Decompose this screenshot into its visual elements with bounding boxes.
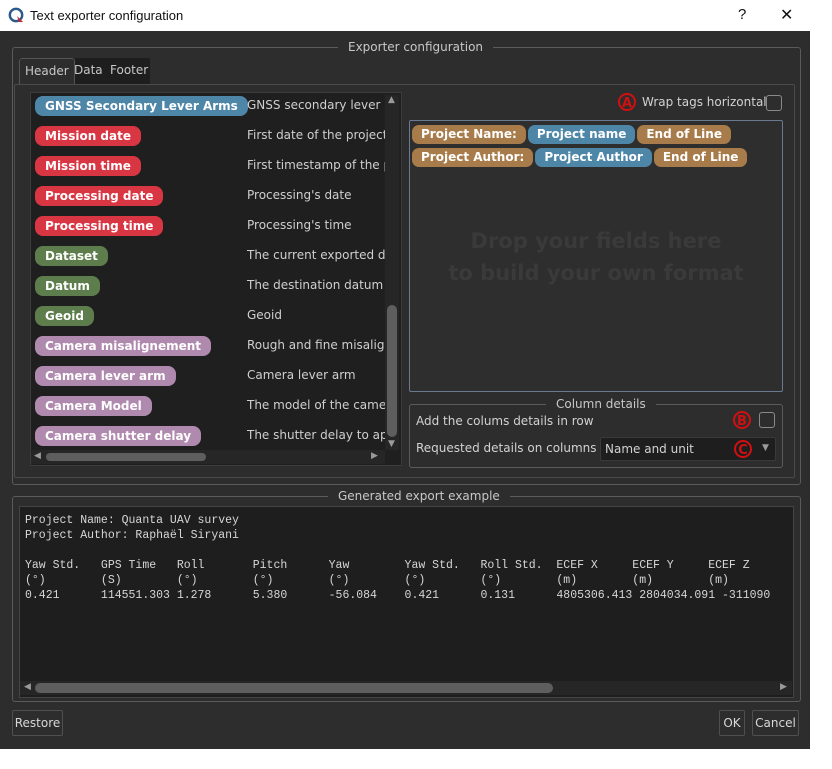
format-line: Project Author: Project Author End of Line (412, 148, 748, 167)
annotation-marker-b: B (733, 411, 751, 429)
field-description: GNSS secondary lever arms (247, 98, 385, 112)
field-list-item[interactable]: Datum The destination datum (35, 276, 385, 298)
field-description: First timestamp of the project (247, 158, 385, 172)
app-logo-icon (8, 7, 24, 23)
example-horizontal-scrollbar[interactable]: ◀ ▶ (20, 681, 792, 695)
format-tag[interactable]: End of Line (653, 148, 748, 167)
format-tag[interactable]: Project Author: (412, 148, 534, 167)
available-fields-list[interactable]: GNSS Secondary Lever Arms GNSS secondary … (30, 92, 402, 466)
window-title: Text exporter configuration (30, 8, 184, 23)
format-tag[interactable]: Project Author (535, 148, 652, 167)
annotation-marker-c: C (734, 440, 752, 458)
field-description: The shutter delay to apply (247, 428, 385, 442)
format-line: Project Name: Project name End of Line (412, 125, 731, 144)
export-example-text: Project Name: Quanta UAV survey Project … (25, 514, 771, 602)
close-button[interactable]: ✕ (780, 5, 793, 25)
export-example-title: Generated export example (328, 489, 510, 503)
field-tag[interactable]: Processing time (35, 216, 164, 236)
scroll-right-icon[interactable]: ▶ (371, 451, 378, 461)
format-drop-zone[interactable]: Drop your fields here to build your own … (409, 120, 783, 392)
ok-button[interactable]: OK (719, 710, 745, 736)
example-scroll-left-icon[interactable]: ◀ (24, 682, 31, 692)
cancel-button[interactable]: Cancel (752, 710, 799, 736)
field-list-item[interactable]: Processing time Processing's time (35, 216, 385, 238)
wrap-tags-checkbox[interactable] (766, 95, 782, 111)
wrap-tags-label: Wrap tags horizontally (642, 95, 778, 109)
scroll-down-icon[interactable]: ▼ (388, 439, 395, 449)
format-tag[interactable]: Project Name: (412, 125, 526, 144)
title-bar: Text exporter configuration ? ✕ (0, 0, 810, 31)
field-list-item[interactable]: Mission date First date of the project (35, 126, 385, 148)
format-tag[interactable]: Project name (527, 125, 636, 144)
field-tag[interactable]: Camera shutter delay (35, 426, 202, 446)
fields-horizontal-scrollbar[interactable]: ◀ ▶ (31, 450, 385, 464)
example-scroll-right-icon[interactable]: ▶ (780, 682, 787, 692)
field-description: Processing's date (247, 188, 352, 202)
export-example-output: Project Name: Quanta UAV survey Project … (19, 506, 794, 698)
scroll-up-icon[interactable]: ▲ (388, 95, 395, 105)
field-tag[interactable]: Mission time (35, 156, 141, 176)
exporter-config-title: Exporter configuration (338, 40, 494, 54)
field-list-item[interactable]: Camera shutter delay The shutter delay to… (35, 426, 385, 448)
tab-data[interactable]: Data (69, 58, 108, 83)
field-tag[interactable]: Camera misalignement (35, 336, 212, 356)
field-tag[interactable]: Geoid (35, 306, 94, 326)
requested-details-label: Requested details on columns top (416, 441, 621, 455)
drop-hint-line-2: to build your own format (448, 261, 744, 285)
field-list-item[interactable]: Geoid Geoid (35, 306, 385, 328)
scrollbar-corner (385, 450, 400, 465)
field-list-item[interactable]: Camera Model The model of the camera used (35, 396, 385, 418)
format-tag[interactable]: End of Line (637, 125, 731, 144)
requested-details-value: Name and unit (605, 442, 694, 456)
field-list-item[interactable]: Processing date Processing's date (35, 186, 385, 208)
field-description: The destination datum (247, 278, 384, 292)
drop-hint-line-1: Drop your fields here (470, 229, 722, 253)
chevron-down-icon: ▼ (762, 443, 769, 453)
field-description: The current exported dataset (247, 248, 385, 262)
add-details-label: Add the colums details in row (416, 414, 594, 428)
restore-button[interactable]: Restore (12, 710, 63, 736)
requested-details-dropdown[interactable]: Name and unit C ▼ (600, 437, 776, 461)
tab-footer[interactable]: Footer (105, 58, 153, 83)
field-tag[interactable]: Processing date (35, 186, 164, 206)
scroll-left-icon[interactable]: ◀ (34, 451, 41, 461)
fields-vertical-scroll-thumb[interactable] (387, 305, 397, 437)
field-list-item[interactable]: GNSS Secondary Lever Arms GNSS secondary … (35, 96, 385, 118)
annotation-marker-a: A (618, 93, 636, 111)
add-details-checkbox[interactable] (759, 412, 775, 428)
field-list-item[interactable]: Mission time First timestamp of the proje… (35, 156, 385, 178)
example-horizontal-scroll-thumb[interactable] (35, 683, 553, 693)
field-tag[interactable]: Dataset (35, 246, 108, 266)
field-list-item[interactable]: Camera lever arm Camera lever arm (35, 366, 385, 388)
field-tag[interactable]: Mission date (35, 126, 141, 146)
field-description: The model of the camera used (247, 398, 385, 412)
field-list-item[interactable]: Dataset The current exported dataset (35, 246, 385, 268)
field-description: Camera lever arm (247, 368, 356, 382)
field-description: Geoid (247, 308, 282, 322)
help-button[interactable]: ? (738, 6, 746, 23)
field-tag[interactable]: Datum (35, 276, 100, 296)
tab-header[interactable]: Header (19, 58, 75, 84)
field-tag[interactable]: Camera lever arm (35, 366, 176, 386)
fields-vertical-scrollbar[interactable]: ▲ ▼ (385, 95, 399, 465)
column-details-title: Column details (546, 397, 656, 411)
field-tag[interactable]: Camera Model (35, 396, 152, 416)
field-list-item[interactable]: Camera misalignement Rough and fine misal… (35, 336, 385, 358)
field-description: Rough and fine misalignement (247, 338, 385, 352)
field-tag[interactable]: GNSS Secondary Lever Arms (35, 96, 248, 116)
field-description: First date of the project (247, 128, 385, 142)
field-description: Processing's time (247, 218, 352, 232)
fields-horizontal-scroll-thumb[interactable] (46, 453, 206, 461)
